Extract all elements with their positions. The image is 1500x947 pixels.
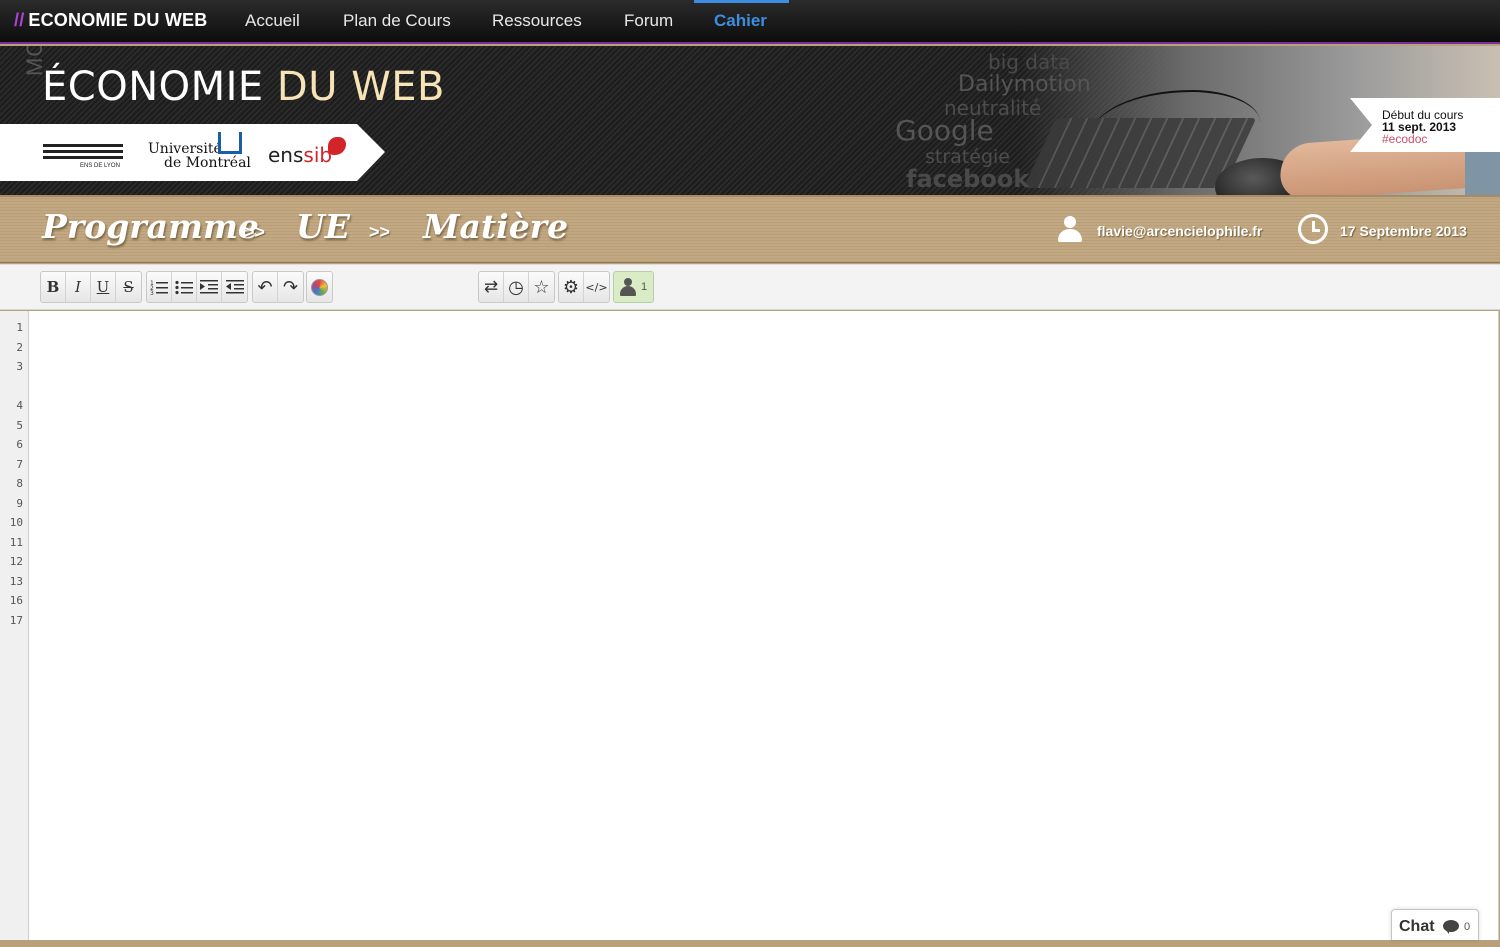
brand-text: ECONOMIE DU WEB (28, 10, 208, 30)
timeslider-button[interactable]: ◷ (504, 272, 529, 302)
line-number: 16 (9, 594, 23, 607)
users-button[interactable]: 1 (613, 271, 654, 303)
unordered-list-icon (175, 280, 193, 295)
breadcrumb-ue[interactable]: UE (296, 207, 350, 246)
keyword: facebook (906, 165, 1030, 193)
breadcrumb-programme[interactable]: Programme (42, 207, 259, 246)
line-number: 13 (9, 575, 23, 588)
bold-button[interactable]: B (41, 272, 66, 302)
embed-button[interactable]: </> (584, 272, 609, 302)
color-wheel-icon (311, 278, 328, 296)
nav-ressources[interactable]: Ressources (492, 11, 582, 31)
history-button-group: ↶ ↷ (252, 271, 304, 303)
settings-button-group: ⚙ </> (558, 271, 610, 303)
brand-slashes: // (14, 10, 25, 30)
bottom-border (0, 940, 1500, 947)
chat-unread-count: 0 (1464, 921, 1471, 933)
keyword: Google (895, 114, 994, 147)
redo-button[interactable]: ↷ (278, 272, 303, 302)
strikethrough-button[interactable]: S (116, 272, 141, 302)
chat-label: Chat (1399, 918, 1435, 935)
document-editor[interactable] (29, 311, 1499, 940)
line-number: 2 (16, 341, 23, 354)
udm-mark-icon (218, 132, 242, 154)
site-title-main: ÉCONOMIE (42, 64, 264, 110)
indent-icon (200, 280, 218, 294)
nav-active-indicator (694, 0, 789, 3)
list-button-group: 123 (146, 271, 248, 303)
brand-logo[interactable]: //ECONOMIE DU WEB (14, 10, 207, 31)
format-button-group: B I U S (40, 271, 142, 303)
saved-revision-button[interactable]: ☆ (529, 272, 554, 302)
universite-de-montreal-logo[interactable]: Université de Montréal (148, 132, 251, 171)
sleeve-graphic (1465, 146, 1500, 195)
user-email[interactable]: flavie@arcencielophile.fr (1097, 223, 1262, 239)
pad-tools-button-group: ⇄ ◷ ☆ (478, 271, 555, 303)
author-colors-button[interactable] (307, 272, 332, 302)
enssib-part-a: ens (268, 143, 304, 167)
underline-button[interactable]: U (91, 272, 116, 302)
users-count: 1 (641, 281, 648, 293)
line-number: 8 (16, 477, 23, 490)
unordered-list-button[interactable] (172, 272, 197, 302)
line-number: 11 (9, 536, 23, 549)
ordered-list-icon: 123 (150, 280, 168, 295)
svg-text:3: 3 (150, 290, 154, 295)
ens-lyon-caption: ENS DE LYON (80, 163, 120, 169)
line-number: 12 (9, 555, 23, 568)
line-number: 3 (16, 360, 23, 373)
color-button-group (306, 271, 333, 303)
settings-button[interactable]: ⚙ (559, 272, 584, 302)
clock-icon (1298, 214, 1328, 244)
line-number-gutter: 1 2 3 4 5 6 7 8 9 10 11 12 13 16 17 (0, 311, 29, 940)
user-icon (620, 278, 636, 296)
site-title-accent: DU WEB (276, 64, 445, 110)
line-number: 4 (16, 399, 23, 412)
outdent-icon (225, 280, 244, 294)
undo-button[interactable]: ↶ (253, 272, 278, 302)
user-icon (1057, 216, 1083, 244)
keyword: big data (988, 50, 1071, 74)
line-number: 1 (16, 321, 23, 334)
nav-accueil[interactable]: Accueil (245, 11, 300, 31)
keyword: Dailymotion (958, 72, 1091, 97)
current-date: 17 Septembre 2013 (1340, 223, 1467, 239)
course-start-card: Début du cours 11 sept. 2013 #ecodoc (1350, 98, 1500, 152)
nav-cahier[interactable]: Cahier (714, 11, 767, 31)
enssib-logo[interactable]: enssib (268, 137, 346, 167)
nav-plan-de-cours[interactable]: Plan de Cours (343, 11, 451, 31)
outdent-button[interactable] (222, 272, 247, 302)
course-hashtag[interactable]: #ecodoc (1382, 132, 1427, 146)
line-number: 17 (9, 614, 23, 627)
line-number: 9 (16, 497, 23, 510)
nav-forum[interactable]: Forum (624, 11, 673, 31)
udm-line-2: de Montréal (164, 155, 251, 171)
italic-button[interactable]: I (66, 272, 91, 302)
chat-button[interactable]: Chat 0 (1391, 909, 1479, 940)
breadcrumb-separator: >> (369, 222, 391, 242)
site-title: ÉCONOMIE DU WEB (42, 64, 445, 110)
breadcrumb-matiere[interactable]: Matière (423, 207, 568, 246)
chat-bubble-icon (1443, 920, 1459, 934)
import-export-button[interactable]: ⇄ (479, 272, 504, 302)
breadcrumb-separator: >> (244, 222, 266, 242)
line-number: 10 (9, 516, 23, 529)
ordered-list-button[interactable]: 123 (147, 272, 172, 302)
line-number: 6 (16, 438, 23, 451)
line-number: 7 (16, 458, 23, 471)
indent-button[interactable] (197, 272, 222, 302)
line-number: 5 (16, 419, 23, 432)
top-navigation-bar: //ECONOMIE DU WEB Accueil Plan de Cours … (0, 0, 1500, 44)
